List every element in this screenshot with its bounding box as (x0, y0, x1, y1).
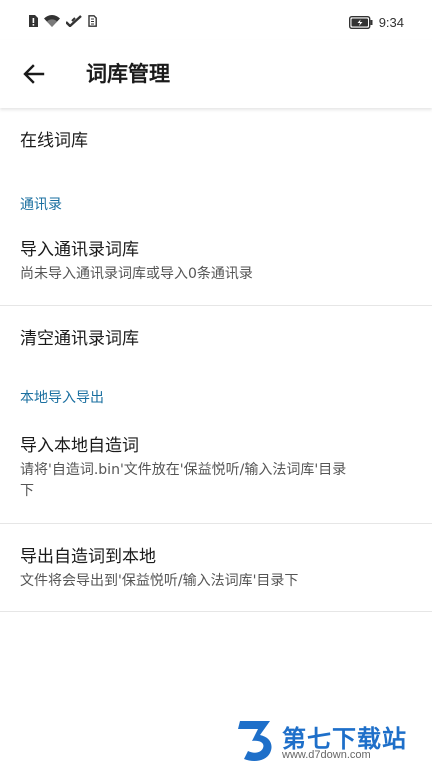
app-bar: 词库管理 (0, 40, 432, 108)
import-local-subtitle: 请将'自造词.bin'文件放在'保益悦听/输入法词库'目录 下 (20, 460, 412, 502)
back-button[interactable] (20, 60, 48, 88)
status-bar: 9:34 (0, 0, 432, 40)
divider (0, 611, 432, 612)
import-local-subtitle-line1: 请将'自造词.bin'文件放在'保益悦听/输入法词库'目录 (20, 462, 347, 478)
import-contacts-subtitle: 尚未导入通讯录词库或导入0条通讯录 (20, 266, 253, 282)
wifi-icon (44, 15, 60, 27)
sim-icon (88, 15, 97, 27)
watermark: 第七下载站 www.d7down.com (236, 717, 426, 765)
clock: 9:34 (378, 14, 404, 30)
import-local-subtitle-line2: 下 (20, 483, 34, 499)
section-header-contacts: 通讯录 (20, 197, 62, 213)
alert-icon (29, 15, 38, 27)
watermark-url: www.d7down.com (282, 749, 371, 761)
status-icons-right: 9:34 (348, 14, 404, 30)
settings-list: 在线词库 通讯录 导入通讯录词库 尚未导入通讯录词库或导入0条通讯录 清空通讯录… (0, 108, 432, 612)
export-local-title: 导出自造词到本地 (20, 547, 156, 567)
export-local-subtitle: 文件将会导出到'保益悦听/输入法词库'目录下 (20, 573, 299, 589)
export-local-item[interactable]: 导出自造词到本地 文件将会导出到'保益悦听/输入法词库'目录下 (0, 524, 432, 611)
brand-logo-icon (238, 721, 272, 761)
section-header-local: 本地导入导出 (20, 390, 104, 406)
online-dict-item[interactable]: 在线词库 (0, 108, 432, 174)
arrow-left-icon (23, 64, 45, 84)
import-contacts-title: 导入通讯录词库 (20, 240, 139, 260)
signal-icon (66, 15, 82, 27)
clear-contacts-title: 清空通讯录词库 (20, 329, 139, 349)
status-icons-left (28, 14, 97, 28)
battery-icon (348, 15, 373, 29)
import-local-title: 导入本地自造词 (20, 436, 139, 456)
page-title: 词库管理 (86, 62, 170, 86)
import-contacts-item[interactable]: 导入通讯录词库 尚未导入通讯录词库或导入0条通讯录 (0, 218, 432, 305)
clear-contacts-item[interactable]: 清空通讯录词库 (0, 306, 432, 372)
online-dict-title: 在线词库 (20, 131, 88, 151)
import-local-item[interactable]: 导入本地自造词 请将'自造词.bin'文件放在'保益悦听/输入法词库'目录 下 (0, 416, 432, 523)
